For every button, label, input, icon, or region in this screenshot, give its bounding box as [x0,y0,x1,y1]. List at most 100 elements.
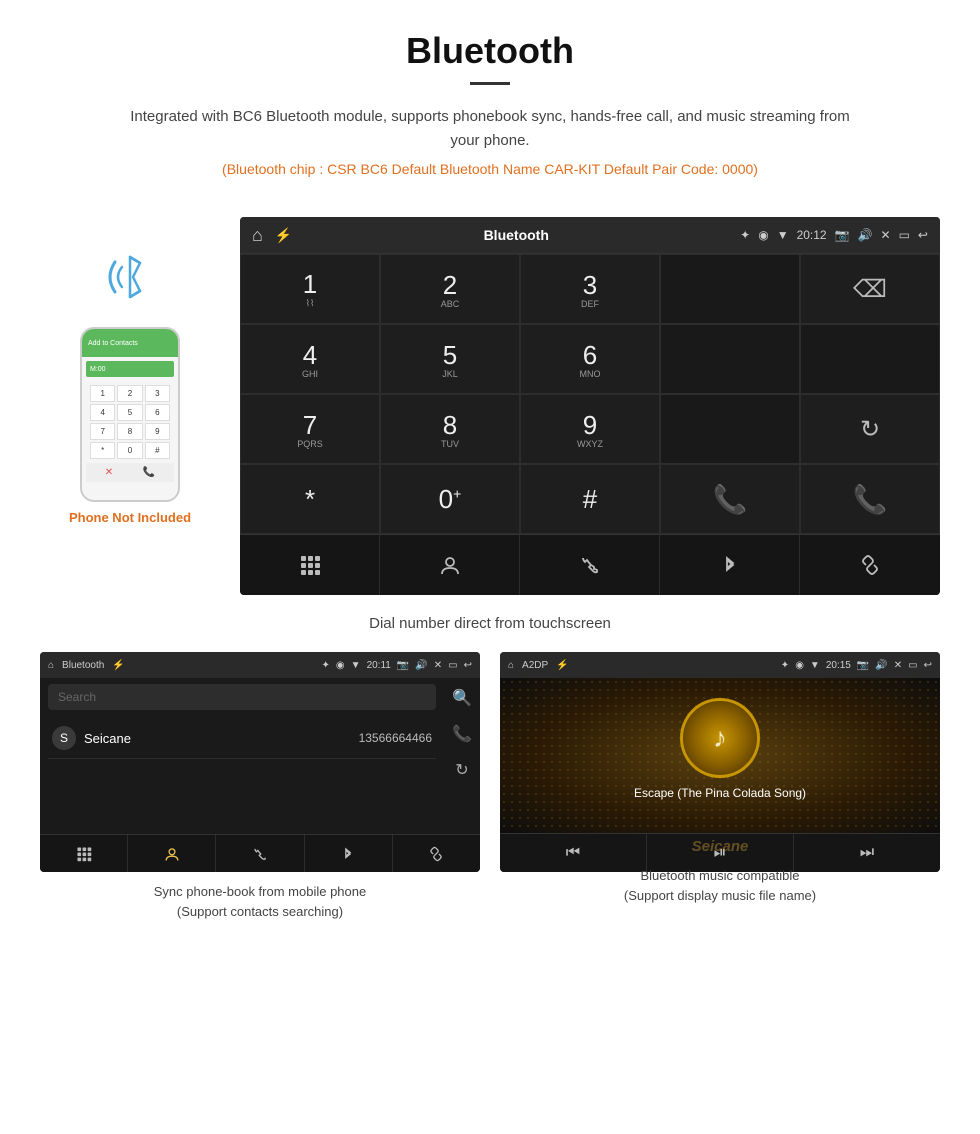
mu-home-icon[interactable]: ⌂ [508,660,514,671]
phonebook-status-bar: ⌂ Bluetooth ⚡ ✦ ◉ ▼ 20:11 📷 🔊 ✕ ▭ ↩ [40,652,480,678]
toolbar-phone[interactable] [520,535,660,595]
pb-screen-label: Bluetooth [62,660,104,671]
bluetooth-waves-icon [95,247,165,317]
dial-toolbar [240,534,940,595]
back-icon[interactable]: ↩ [918,228,928,242]
bluetooth-icon: ✦ [740,228,750,242]
pb-toolbar-phone[interactable] [216,835,304,872]
call-red-button[interactable]: 📞 [800,464,940,534]
music-caption: Bluetooth music compatible (Support disp… [500,866,940,905]
phonebook-card: ⌂ Bluetooth ⚡ ✦ ◉ ▼ 20:11 📷 🔊 ✕ ▭ ↩ [40,652,480,921]
dial-key-2[interactable]: 2 ABC [380,254,520,324]
pb-close-icon[interactable]: ✕ [434,660,442,671]
phonebook-screen: ⌂ Bluetooth ⚡ ✦ ◉ ▼ 20:11 📷 🔊 ✕ ▭ ↩ [40,652,480,872]
page-description: Integrated with BC6 Bluetooth module, su… [115,105,865,153]
contact-avatar: S [52,726,76,750]
refresh-key[interactable]: ↻ [800,394,940,464]
header-divider [470,82,510,85]
backspace-key[interactable]: ⌫ [800,254,940,324]
pb-sidebar-call-icon[interactable]: 📞 [452,724,472,744]
mu-time: 20:15 [826,660,851,671]
dial-display-area [660,254,800,324]
pb-camera-icon: 📷 [397,660,409,671]
search-placeholder: Search [58,690,96,704]
dial-key-5[interactable]: 5 JKL [380,324,520,394]
dial-empty-3a [660,394,800,464]
status-right: ✦ ◉ ▼ 20:12 📷 🔊 ✕ ▭ ↩ [740,228,928,242]
music-content-area: ♪ Escape (The Pina Colada Song) [500,678,940,833]
mu-screen-label: A2DP [522,660,548,671]
dial-key-9[interactable]: 9 WXYZ [520,394,660,464]
window-icon[interactable]: ▭ [899,228,910,242]
contact-row[interactable]: S Seicane 13566664466 [48,718,436,759]
contact-number: 13566664466 [359,731,432,745]
dial-key-0[interactable]: 0+ [380,464,520,534]
pb-sidebar-search-icon[interactable]: 🔍 [452,688,472,708]
pb-volume-icon: 🔊 [415,660,427,671]
pb-toolbar-contacts[interactable] [128,835,216,872]
dial-key-7[interactable]: 7 PQRS [240,394,380,464]
pb-toolbar-link[interactable] [393,835,480,872]
status-bar-main: ⌂ ⚡ Bluetooth ✦ ◉ ▼ 20:12 📷 🔊 ✕ ▭ ↩ [240,217,940,253]
pb-home-icon[interactable]: ⌂ [48,660,54,671]
mu-camera-icon: 📷 [857,660,869,671]
phonebook-toolbar [40,834,480,872]
dial-key-4[interactable]: 4 GHI [240,324,380,394]
pb-usb-icon: ⚡ [112,660,124,671]
camera-icon: 📷 [835,228,850,242]
toolbar-link[interactable] [800,535,940,595]
dial-key-1[interactable]: 1 ⌇⌇ [240,254,380,324]
mu-window-icon[interactable]: ▭ [908,660,917,671]
dial-key-hash[interactable]: # [520,464,660,534]
dial-key-6[interactable]: 6 MNO [520,324,660,394]
dial-key-star[interactable]: * [240,464,380,534]
phonebook-caption: Sync phone-book from mobile phone (Suppo… [40,882,480,921]
phone-top-label: Add to Contacts [88,340,138,347]
call-green-button[interactable]: 📞 [660,464,800,534]
music-album-art: ♪ [680,698,760,778]
time-display: 20:12 [797,228,827,242]
phone-not-included-label: Phone Not Included [69,510,191,525]
phone-illustration: Add to Contacts M:00 123 456 789 *0# ✕ 📞… [40,217,220,525]
mu-signal-icon: ▼ [810,660,820,671]
toolbar-dialpad[interactable] [240,535,380,595]
phonebook-sidebar: 🔍 📞 ↻ [444,678,480,834]
toolbar-contacts[interactable] [380,535,520,595]
mu-location-icon: ◉ [795,660,804,671]
dial-row-4: * 0+ # 📞 📞 [240,464,940,534]
mu-usb-icon: ⚡ [556,660,568,671]
signal-icon: ▼ [777,228,789,242]
contact-name: Seicane [84,731,359,746]
phonebook-content-area: Search S Seicane 13566664466 🔍 📞 ↻ [40,678,480,834]
pb-time: 20:11 [367,660,391,671]
home-icon[interactable]: ⌂ [252,225,263,246]
pb-signal-icon: ▼ [351,660,361,671]
pb-toolbar-dialpad[interactable] [40,835,128,872]
dial-row-1: 1 ⌇⌇ 2 ABC 3 DEF ⌫ [240,253,940,324]
main-section: Add to Contacts M:00 123 456 789 *0# ✕ 📞… [0,207,980,605]
search-bar[interactable]: Search [48,684,436,710]
volume-icon: 🔊 [858,228,873,242]
location-icon: ◉ [758,228,768,242]
dial-empty-2b [800,324,940,394]
dial-key-8[interactable]: 8 TUV [380,394,520,464]
music-screen: ⌂ A2DP ⚡ ✦ ◉ ▼ 20:15 📷 🔊 ✕ ▭ ↩ [500,652,940,872]
pb-back-icon[interactable]: ↩ [464,660,472,671]
pb-window-icon[interactable]: ▭ [448,660,457,671]
pb-toolbar-bluetooth[interactable] [305,835,393,872]
toolbar-bluetooth[interactable] [660,535,800,595]
phone-top-bar: Add to Contacts [82,329,178,357]
mu-bluetooth-icon: ✦ [781,660,789,671]
dial-empty-2a [660,324,800,394]
pb-sidebar-refresh-icon[interactable]: ↻ [455,760,468,780]
main-caption: Dial number direct from touchscreen [0,605,980,652]
page-header: Bluetooth Integrated with BC6 Bluetooth … [0,0,980,207]
close-icon[interactable]: ✕ [881,228,891,242]
status-left: ⌂ ⚡ [252,225,292,246]
mu-back-icon[interactable]: ↩ [924,660,932,671]
dial-key-3[interactable]: 3 DEF [520,254,660,324]
music-card: ⌂ A2DP ⚡ ✦ ◉ ▼ 20:15 📷 🔊 ✕ ▭ ↩ [500,652,940,921]
mu-close-icon[interactable]: ✕ [894,660,902,671]
phonebook-main-area: Search S Seicane 13566664466 [40,678,444,834]
pb-bluetooth-icon: ✦ [322,660,330,671]
